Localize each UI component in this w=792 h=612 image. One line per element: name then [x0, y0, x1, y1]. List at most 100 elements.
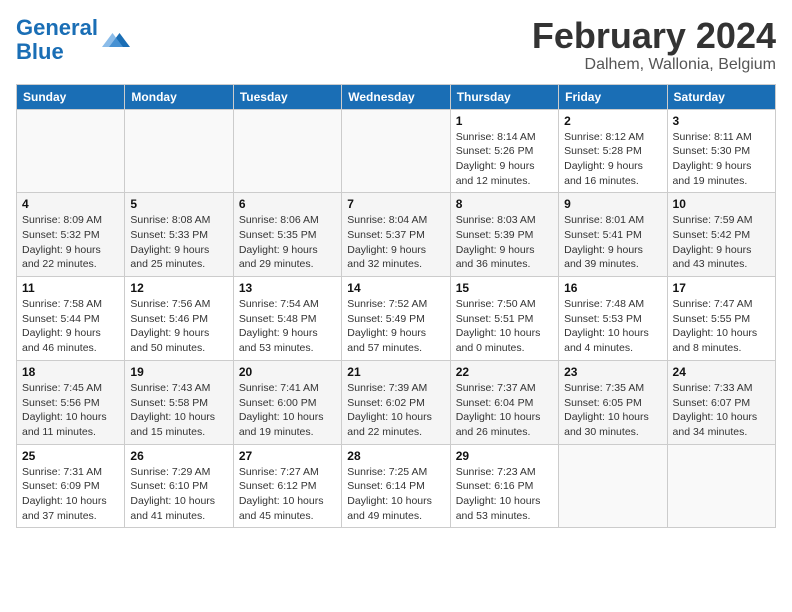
day-info: Sunrise: 7:52 AM Sunset: 5:49 PM Dayligh… [347, 297, 444, 356]
day-info: Sunrise: 7:50 AM Sunset: 5:51 PM Dayligh… [456, 297, 553, 356]
calendar-day-cell: 16 Sunrise: 7:48 AM Sunset: 5:53 PM Dayli… [559, 277, 667, 361]
day-number: 21 [347, 365, 444, 379]
logo-text: GeneralBlue [16, 16, 98, 64]
day-number: 5 [130, 197, 227, 211]
day-number: 16 [564, 281, 661, 295]
calendar-day-cell: 14 Sunrise: 7:52 AM Sunset: 5:49 PM Dayli… [342, 277, 450, 361]
calendar-day-cell: 6 Sunrise: 8:06 AM Sunset: 5:35 PM Daylig… [233, 193, 341, 277]
day-info: Sunrise: 7:23 AM Sunset: 6:16 PM Dayligh… [456, 465, 553, 524]
day-number: 20 [239, 365, 336, 379]
calendar-day-cell: 18 Sunrise: 7:45 AM Sunset: 5:56 PM Dayli… [17, 360, 125, 444]
day-info: Sunrise: 7:54 AM Sunset: 5:48 PM Dayligh… [239, 297, 336, 356]
day-number: 6 [239, 197, 336, 211]
calendar-day-cell: 8 Sunrise: 8:03 AM Sunset: 5:39 PM Daylig… [450, 193, 558, 277]
calendar-day-cell: 21 Sunrise: 7:39 AM Sunset: 6:02 PM Dayli… [342, 360, 450, 444]
day-number: 26 [130, 449, 227, 463]
day-info: Sunrise: 7:39 AM Sunset: 6:02 PM Dayligh… [347, 381, 444, 440]
day-number: 22 [456, 365, 553, 379]
calendar-day-cell: 12 Sunrise: 7:56 AM Sunset: 5:46 PM Dayli… [125, 277, 233, 361]
day-info: Sunrise: 8:03 AM Sunset: 5:39 PM Dayligh… [456, 213, 553, 272]
day-number: 12 [130, 281, 227, 295]
day-number: 3 [673, 114, 770, 128]
day-number: 2 [564, 114, 661, 128]
calendar-week-row: 1 Sunrise: 8:14 AM Sunset: 5:26 PM Daylig… [17, 109, 776, 193]
day-info: Sunrise: 7:33 AM Sunset: 6:07 PM Dayligh… [673, 381, 770, 440]
day-number: 14 [347, 281, 444, 295]
logo-icon [102, 26, 130, 54]
day-number: 9 [564, 197, 661, 211]
day-number: 8 [456, 197, 553, 211]
day-info: Sunrise: 8:14 AM Sunset: 5:26 PM Dayligh… [456, 130, 553, 189]
calendar-day-cell [342, 109, 450, 193]
day-info: Sunrise: 7:45 AM Sunset: 5:56 PM Dayligh… [22, 381, 119, 440]
calendar-day-cell: 29Sunrise: 7:23 AM Sunset: 6:16 PM Dayli… [450, 444, 558, 528]
calendar-day-cell: 22Sunrise: 7:37 AM Sunset: 6:04 PM Dayli… [450, 360, 558, 444]
calendar-day-cell: 25 Sunrise: 7:31 AM Sunset: 6:09 PM Dayli… [17, 444, 125, 528]
calendar-week-row: 18 Sunrise: 7:45 AM Sunset: 5:56 PM Dayli… [17, 360, 776, 444]
day-info: Sunrise: 7:25 AM Sunset: 6:14 PM Dayligh… [347, 465, 444, 524]
calendar-day-cell: 15Sunrise: 7:50 AM Sunset: 5:51 PM Dayli… [450, 277, 558, 361]
day-info: Sunrise: 8:01 AM Sunset: 5:41 PM Dayligh… [564, 213, 661, 272]
calendar-day-cell: 27Sunrise: 7:27 AM Sunset: 6:12 PM Dayli… [233, 444, 341, 528]
title-block: February 2024 Dalhem, Wallonia, Belgium [532, 16, 776, 74]
day-info: Sunrise: 7:27 AM Sunset: 6:12 PM Dayligh… [239, 465, 336, 524]
logo: GeneralBlue [16, 16, 130, 64]
day-info: Sunrise: 7:43 AM Sunset: 5:58 PM Dayligh… [130, 381, 227, 440]
day-info: Sunrise: 7:59 AM Sunset: 5:42 PM Dayligh… [673, 213, 770, 272]
calendar-header-cell: Sunday [17, 84, 125, 109]
day-info: Sunrise: 7:48 AM Sunset: 5:53 PM Dayligh… [564, 297, 661, 356]
calendar-header-cell: Saturday [667, 84, 775, 109]
calendar-header-cell: Tuesday [233, 84, 341, 109]
calendar-day-cell [667, 444, 775, 528]
page-header: GeneralBlue February 2024 Dalhem, Wallon… [16, 16, 776, 74]
day-info: Sunrise: 7:47 AM Sunset: 5:55 PM Dayligh… [673, 297, 770, 356]
day-number: 28 [347, 449, 444, 463]
calendar-header-cell: Wednesday [342, 84, 450, 109]
calendar-week-row: 4 Sunrise: 8:09 AM Sunset: 5:32 PM Daylig… [17, 193, 776, 277]
day-info: Sunrise: 7:58 AM Sunset: 5:44 PM Dayligh… [22, 297, 119, 356]
calendar-day-cell: 9 Sunrise: 8:01 AM Sunset: 5:41 PM Daylig… [559, 193, 667, 277]
day-info: Sunrise: 8:06 AM Sunset: 5:35 PM Dayligh… [239, 213, 336, 272]
calendar-day-cell: 28 Sunrise: 7:25 AM Sunset: 6:14 PM Dayli… [342, 444, 450, 528]
calendar-header-row: SundayMondayTuesdayWednesdayThursdayFrid… [17, 84, 776, 109]
day-info: Sunrise: 8:11 AM Sunset: 5:30 PM Dayligh… [673, 130, 770, 189]
day-info: Sunrise: 7:56 AM Sunset: 5:46 PM Dayligh… [130, 297, 227, 356]
calendar-day-cell: 4 Sunrise: 8:09 AM Sunset: 5:32 PM Daylig… [17, 193, 125, 277]
calendar-header-cell: Friday [559, 84, 667, 109]
day-info: Sunrise: 8:12 AM Sunset: 5:28 PM Dayligh… [564, 130, 661, 189]
calendar-day-cell: 20 Sunrise: 7:41 AM Sunset: 6:00 PM Dayli… [233, 360, 341, 444]
calendar-day-cell [125, 109, 233, 193]
calendar-day-cell: 26 Sunrise: 7:29 AM Sunset: 6:10 PM Dayli… [125, 444, 233, 528]
calendar-day-cell: 5Sunrise: 8:08 AM Sunset: 5:33 PM Daylig… [125, 193, 233, 277]
day-number: 24 [673, 365, 770, 379]
day-number: 23 [564, 365, 661, 379]
day-number: 4 [22, 197, 119, 211]
calendar-table: SundayMondayTuesdayWednesdayThursdayFrid… [16, 84, 776, 529]
day-info: Sunrise: 7:31 AM Sunset: 6:09 PM Dayligh… [22, 465, 119, 524]
day-number: 13 [239, 281, 336, 295]
calendar-day-cell: 11 Sunrise: 7:58 AM Sunset: 5:44 PM Dayli… [17, 277, 125, 361]
calendar-day-cell [17, 109, 125, 193]
day-number: 19 [130, 365, 227, 379]
month-title: February 2024 [532, 16, 776, 56]
day-number: 17 [673, 281, 770, 295]
day-info: Sunrise: 7:41 AM Sunset: 6:00 PM Dayligh… [239, 381, 336, 440]
calendar-body: 1 Sunrise: 8:14 AM Sunset: 5:26 PM Daylig… [17, 109, 776, 528]
calendar-day-cell: 10Sunrise: 7:59 AM Sunset: 5:42 PM Dayli… [667, 193, 775, 277]
day-number: 18 [22, 365, 119, 379]
calendar-day-cell: 7Sunrise: 8:04 AM Sunset: 5:37 PM Daylig… [342, 193, 450, 277]
calendar-day-cell: 24 Sunrise: 7:33 AM Sunset: 6:07 PM Dayli… [667, 360, 775, 444]
calendar-day-cell: 3 Sunrise: 8:11 AM Sunset: 5:30 PM Daylig… [667, 109, 775, 193]
day-number: 11 [22, 281, 119, 295]
location-title: Dalhem, Wallonia, Belgium [532, 56, 776, 74]
calendar-header-cell: Monday [125, 84, 233, 109]
day-number: 1 [456, 114, 553, 128]
day-number: 25 [22, 449, 119, 463]
day-info: Sunrise: 8:09 AM Sunset: 5:32 PM Dayligh… [22, 213, 119, 272]
day-info: Sunrise: 7:29 AM Sunset: 6:10 PM Dayligh… [130, 465, 227, 524]
day-info: Sunrise: 8:04 AM Sunset: 5:37 PM Dayligh… [347, 213, 444, 272]
calendar-day-cell: 17 Sunrise: 7:47 AM Sunset: 5:55 PM Dayli… [667, 277, 775, 361]
day-info: Sunrise: 7:35 AM Sunset: 6:05 PM Dayligh… [564, 381, 661, 440]
calendar-day-cell [233, 109, 341, 193]
calendar-day-cell: 1 Sunrise: 8:14 AM Sunset: 5:26 PM Daylig… [450, 109, 558, 193]
